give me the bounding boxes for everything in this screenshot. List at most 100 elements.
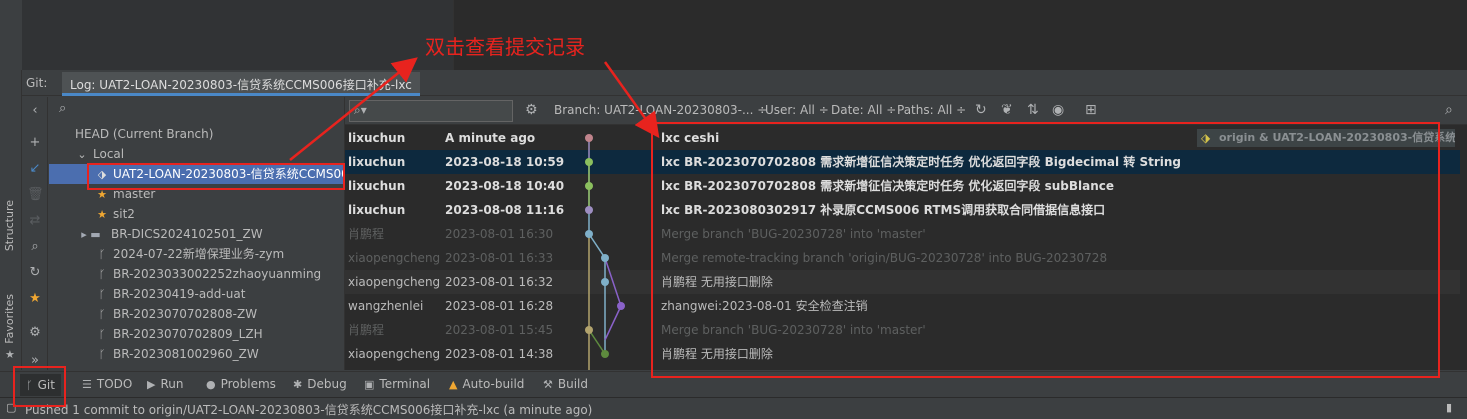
tab-label: Run bbox=[160, 377, 184, 391]
search-filter-icon: ⌕▾ bbox=[354, 103, 367, 117]
update-arrow-icon[interactable]: ↙ bbox=[27, 161, 43, 177]
new-tab-icon[interactable]: ⊞ bbox=[1085, 102, 1097, 118]
branches-toolbar: ‹ + ↙ 🗑 ⇄ ⌕ ↻ ★ ⚙ » bbox=[22, 97, 48, 370]
log-toolbar: ⌕▾ ⚙ Branch: UAT2-LOAN-20230803-... ÷ Us… bbox=[345, 97, 1467, 125]
refresh-icon[interactable]: ↻ bbox=[27, 265, 43, 281]
tab-label: TODO bbox=[96, 377, 133, 391]
commit-author: 肖鹏程 bbox=[348, 323, 385, 337]
commit-date: 2023-08-01 15:45 bbox=[445, 323, 554, 337]
branch-item[interactable]: ★ sit2 bbox=[49, 204, 344, 224]
commit-author: wangzhenlei bbox=[348, 299, 424, 313]
delete-icon[interactable]: 🗑 bbox=[27, 187, 44, 203]
favorites-star-icon[interactable]: ★ bbox=[5, 348, 15, 361]
commit-author: lixuchun bbox=[348, 131, 406, 145]
log-filter-input[interactable]: ⌕▾ bbox=[349, 100, 513, 122]
commit-date: 2023-08-01 16:28 bbox=[445, 299, 554, 313]
eye-icon[interactable]: ◉ bbox=[1052, 102, 1064, 118]
collapse-icon[interactable]: ‹ bbox=[27, 103, 43, 119]
branch-item[interactable]: ᚴ BR-2023070702809_LZH bbox=[49, 324, 344, 344]
commit-date: 2023-08-01 14:38 bbox=[445, 347, 554, 361]
add-branch-icon[interactable]: + bbox=[27, 135, 43, 151]
branch-item[interactable]: HEAD (Current Branch) bbox=[49, 124, 344, 144]
search-log-icon[interactable]: ⌕ bbox=[1445, 102, 1453, 118]
status-message: Pushed 1 commit to origin/UAT2-LOAN-2023… bbox=[25, 403, 593, 417]
branch-icon: ᚴ bbox=[98, 248, 106, 261]
list-icon: ☰ bbox=[82, 378, 92, 391]
cherry-pick-icon[interactable]: ❦ bbox=[1001, 102, 1013, 118]
branch-item[interactable]: ᚴ 2024-07-22新增保理业务-zym bbox=[49, 244, 344, 264]
branch-item[interactable]: ᚴ BR-2023033002252zhaoyuanming bbox=[49, 264, 344, 284]
settings-gear-icon[interactable]: ⚙ bbox=[27, 325, 43, 341]
commit-date: 2023-08-18 10:40 bbox=[445, 179, 565, 193]
tab-label: Auto-build bbox=[462, 377, 525, 391]
tab-terminal[interactable]: ▣ Terminal bbox=[364, 377, 430, 391]
hammer-icon: ⚒ bbox=[543, 378, 553, 391]
user-filter[interactable]: User: All ÷ bbox=[765, 103, 829, 117]
commit-author: xiaopengcheng bbox=[348, 275, 441, 289]
search-tool-icon[interactable]: ⌕ bbox=[27, 239, 43, 255]
branch-label: 2024-07-22新增保理业务-zym bbox=[113, 247, 285, 261]
editor-left-pane bbox=[22, 0, 453, 70]
branches-panel: ‹ + ↙ 🗑 ⇄ ⌕ ↻ ★ ⚙ » ⌕ HEAD (Current Bran… bbox=[22, 97, 344, 370]
annotation-box-branch bbox=[87, 163, 345, 190]
status-end-icon[interactable]: ▮ bbox=[1446, 401, 1452, 414]
play-icon: ▶ bbox=[147, 378, 156, 391]
branch-icon: ᚴ bbox=[98, 328, 106, 341]
compare-icon[interactable]: ⇄ bbox=[27, 213, 43, 229]
commit-date: A minute ago bbox=[445, 131, 536, 145]
chevron-down-icon: ⌄ bbox=[77, 148, 87, 161]
favorite-icon[interactable]: ★ bbox=[27, 291, 43, 307]
branch-item[interactable]: ᚴ BR-2023070702808-ZW bbox=[49, 304, 344, 324]
branch-label: BR-2023070702808-ZW bbox=[113, 307, 258, 321]
status-bar: ▢ Pushed 1 commit to origin/UAT2-LOAN-20… bbox=[0, 397, 1467, 419]
tab-label: Build bbox=[557, 377, 588, 391]
tab-run[interactable]: ▶ Run bbox=[147, 377, 183, 391]
commit-date: 2023-08-18 10:59 bbox=[445, 155, 565, 169]
log-tab[interactable]: Log: UAT2-LOAN-20230803-信贷系统CCMS006接口补充-… bbox=[62, 72, 420, 96]
branch-tree: HEAD (Current Branch) ⌄ Local ⬗ UAT2-LOAN-20… bbox=[49, 124, 344, 370]
folder-icon: ▸ ▬ bbox=[81, 228, 101, 241]
tab-build[interactable]: ⚒ Build bbox=[543, 377, 588, 391]
branch-item[interactable]: ᚴ BR-2023081002960_ZW bbox=[49, 344, 344, 364]
commit-author: 肖鹏程 bbox=[348, 227, 385, 241]
annotation-box-git bbox=[13, 366, 66, 407]
paths-filter[interactable]: Paths: All ÷ bbox=[897, 103, 966, 117]
commit-date: 2023-08-01 16:32 bbox=[445, 275, 554, 289]
tab-auto-build[interactable]: ▲ Auto-build bbox=[449, 377, 524, 391]
branch-icon: ᚴ bbox=[98, 288, 106, 301]
filter-settings-icon[interactable]: ⚙ bbox=[525, 102, 538, 118]
commit-author: lixuchun bbox=[348, 203, 406, 217]
refresh-log-icon[interactable]: ↻ bbox=[975, 102, 987, 118]
sort-icon[interactable]: ⇅ bbox=[1027, 102, 1039, 118]
editor-area bbox=[0, 0, 1467, 70]
commit-date: 2023-08-01 16:30 bbox=[445, 227, 554, 241]
search-icon: ⌕ bbox=[59, 101, 67, 116]
tab-label: Debug bbox=[307, 377, 347, 391]
info-icon: ● bbox=[206, 378, 216, 391]
log-scrollbar[interactable] bbox=[1460, 126, 1467, 370]
branch-item[interactable]: ᚴ BR-20230419-add-uat bbox=[49, 284, 344, 304]
branch-label: BR-20230419-add-uat bbox=[113, 287, 246, 301]
commit-author: xiaopengcheng bbox=[348, 251, 441, 265]
left-tool-strip: Structure Favorites ★ bbox=[0, 70, 22, 370]
editor-right-pane bbox=[453, 0, 1467, 70]
tab-label: Terminal bbox=[379, 377, 431, 391]
branch-item[interactable]: ▸ ▬ BR-DICS2024102501_ZW bbox=[49, 224, 344, 244]
bug-icon: ✱ bbox=[293, 378, 303, 391]
branch-search[interactable]: ⌕ bbox=[49, 99, 343, 121]
tab-problems[interactable]: ● Problems bbox=[206, 377, 276, 391]
commit-author: lixuchun bbox=[348, 179, 406, 193]
commit-date: 2023-08-08 11:16 bbox=[445, 203, 565, 217]
tab-debug[interactable]: ✱ Debug bbox=[293, 377, 347, 391]
favorites-tool-tab[interactable]: Favorites bbox=[3, 294, 16, 344]
branch-filter[interactable]: Branch: UAT2-LOAN-20230803-... ÷ bbox=[554, 103, 767, 117]
branch-item[interactable]: ⌄ Local bbox=[49, 144, 344, 164]
date-filter[interactable]: Date: All ÷ bbox=[831, 103, 896, 117]
structure-tool-tab[interactable]: Structure bbox=[3, 200, 16, 251]
branch-icon: ᚴ bbox=[98, 308, 106, 321]
branch-label: BR-DICS2024102501_ZW bbox=[111, 227, 263, 241]
tab-label: Problems bbox=[220, 377, 276, 391]
star-icon: ★ bbox=[97, 208, 107, 221]
commit-graph bbox=[585, 134, 625, 370]
tab-todo[interactable]: ☰ TODO bbox=[82, 377, 132, 391]
